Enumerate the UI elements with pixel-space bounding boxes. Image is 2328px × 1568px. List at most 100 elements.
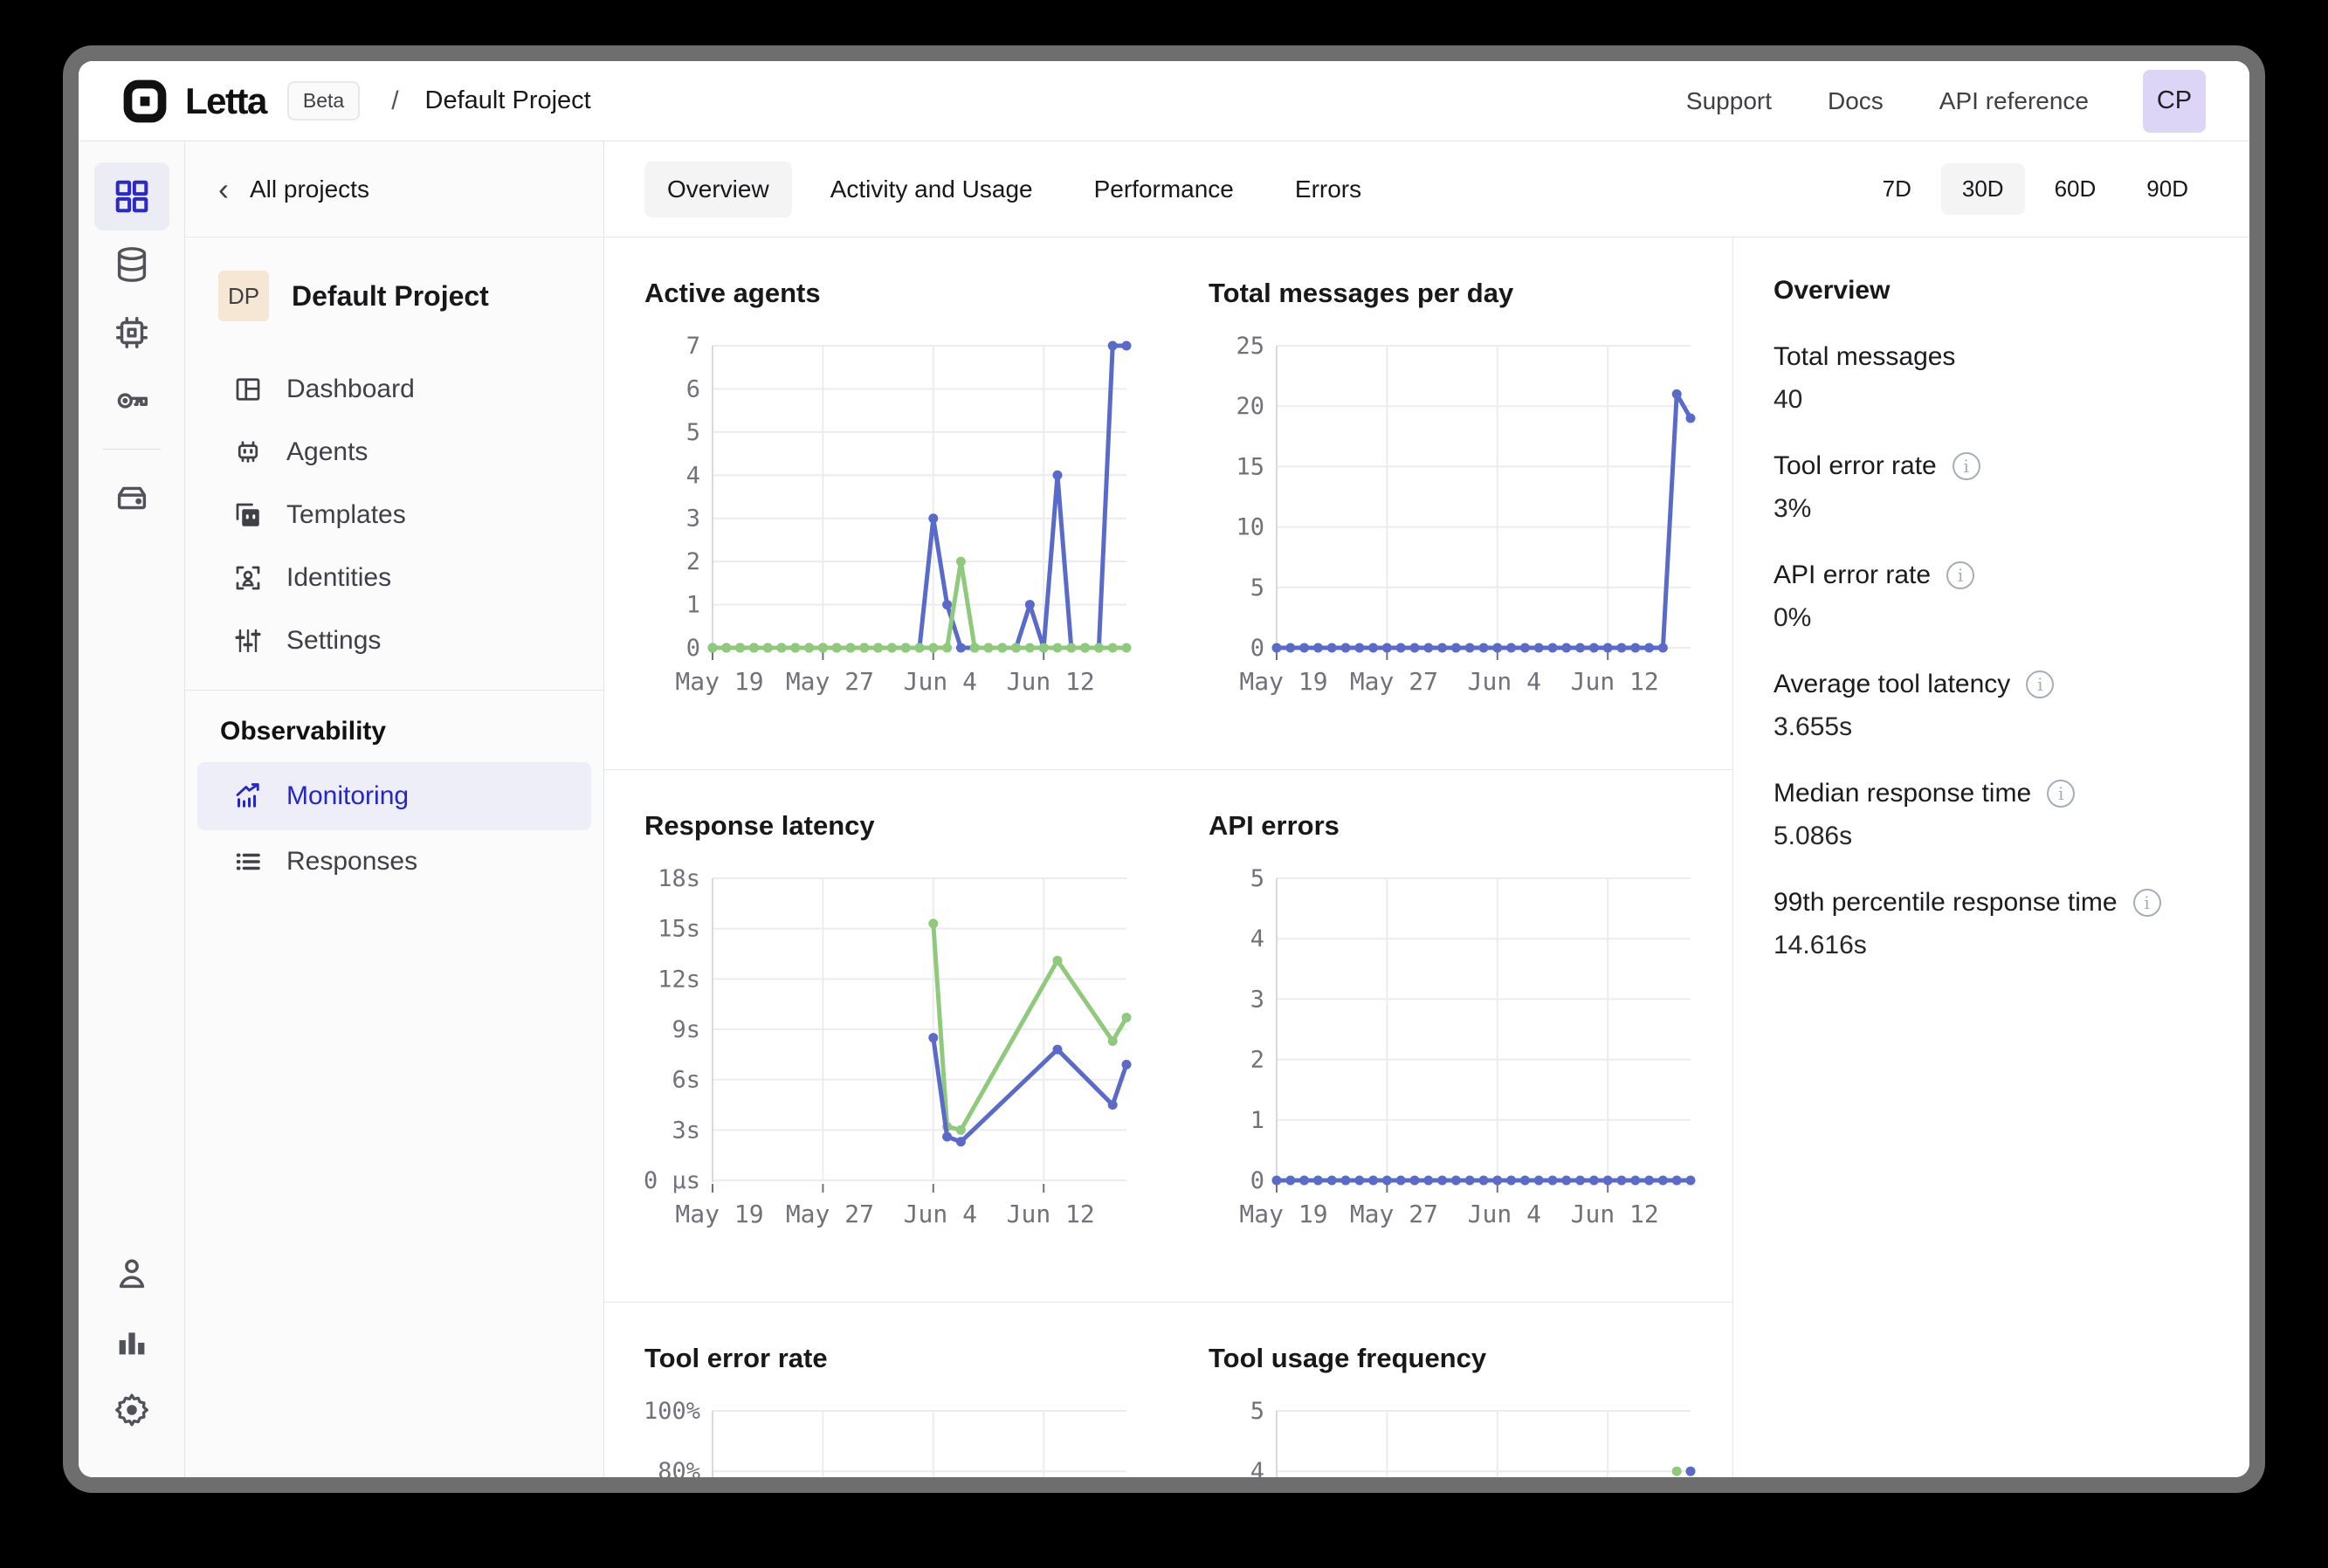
list-icon — [232, 846, 264, 877]
person-icon — [112, 1254, 152, 1294]
stat-api-error-rate: API error rate i 0% — [1774, 560, 2223, 633]
info-icon[interactable]: i — [2026, 671, 2054, 698]
svg-text:5: 5 — [1250, 1398, 1264, 1425]
letta-logo-icon — [122, 79, 168, 124]
chart-title: Tool usage frequency — [1209, 1343, 1706, 1374]
server-icon — [112, 478, 152, 518]
stat-value: 3.655s — [1774, 712, 2223, 742]
stat-label: Average tool latency — [1774, 670, 2010, 699]
sidebar-item-responses[interactable]: Responses — [197, 830, 591, 893]
svg-text:15s: 15s — [658, 916, 700, 943]
sidebar-item-identities[interactable]: Identities — [197, 547, 591, 609]
project-sidebar: ‹ All projects DP Default Project Dashbo… — [185, 141, 604, 1477]
svg-text:Jun 4: Jun 4 — [904, 667, 977, 696]
rail-deployments-item[interactable] — [94, 464, 169, 532]
sidebar-item-dashboard[interactable]: Dashboard — [197, 358, 591, 421]
sidebar-item-label: Monitoring — [286, 781, 409, 811]
sidebar-divider — [185, 690, 603, 691]
docs-link[interactable]: Docs — [1828, 87, 1884, 115]
total-messages-card: Total messages per day 0510152025May 19M… — [1168, 237, 1732, 769]
stat-value: 3% — [1774, 494, 2223, 524]
rail-usage-item[interactable] — [94, 1308, 169, 1376]
range-90d[interactable]: 90D — [2125, 163, 2209, 215]
beta-badge: Beta — [287, 81, 360, 120]
total-messages-chart: 0510152025May 19May 27Jun 4Jun 12 — [1209, 332, 1706, 713]
stat-median-response-time: Median response time i 5.086s — [1774, 779, 2223, 851]
svg-text:0: 0 — [1250, 1167, 1264, 1194]
info-icon[interactable]: i — [2133, 889, 2161, 917]
sidebar-item-label: Identities — [286, 563, 391, 593]
stat-value: 0% — [1774, 603, 2223, 633]
rail-projects-item[interactable] — [94, 162, 169, 230]
all-projects-label: All projects — [250, 175, 369, 203]
sidebar-item-agents[interactable]: Agents — [197, 421, 591, 484]
tab-overview[interactable]: Overview — [644, 162, 792, 217]
tab-errors[interactable]: Errors — [1272, 162, 1384, 217]
database-icon — [112, 244, 152, 285]
support-link[interactable]: Support — [1686, 87, 1772, 115]
sidebar-item-settings[interactable]: Settings — [197, 609, 591, 672]
svg-text:0: 0 — [686, 635, 700, 662]
all-projects-back[interactable]: ‹ All projects — [185, 141, 603, 237]
tab-performance[interactable]: Performance — [1071, 162, 1257, 217]
chart-title: Total messages per day — [1209, 278, 1706, 309]
range-30d[interactable]: 30D — [1941, 163, 2025, 215]
svg-text:7: 7 — [686, 333, 700, 360]
rail-compute-item[interactable] — [94, 299, 169, 367]
user-avatar[interactable]: CP — [2143, 70, 2206, 133]
stat-total-messages: Total messages 40 — [1774, 342, 2223, 415]
brand-name: Letta — [185, 80, 266, 122]
stat-value: 5.086s — [1774, 822, 2223, 851]
svg-text:20: 20 — [1236, 393, 1264, 420]
stat-label: Median response time — [1774, 779, 2031, 808]
rail-data-item[interactable] — [94, 230, 169, 299]
rail-settings-item[interactable] — [94, 1376, 169, 1444]
svg-text:4: 4 — [686, 462, 700, 489]
range-60d[interactable]: 60D — [2034, 163, 2118, 215]
rail-divider — [103, 449, 161, 450]
icon-rail — [79, 141, 185, 1477]
response-latency-card: Response latency 0 µs3s6s9s12s15s18sMay … — [604, 770, 1168, 1302]
project-row[interactable]: DP Default Project — [185, 237, 603, 344]
grid-icon — [112, 176, 152, 217]
sidebar-item-label: Agents — [286, 437, 368, 467]
svg-text:6: 6 — [686, 375, 700, 402]
sidebar-item-monitoring[interactable]: Monitoring — [197, 762, 591, 830]
svg-text:5: 5 — [1250, 574, 1264, 602]
info-icon[interactable]: i — [1946, 561, 1974, 589]
svg-text:2: 2 — [686, 548, 700, 575]
svg-text:18s: 18s — [658, 865, 700, 892]
svg-text:Jun 12: Jun 12 — [1571, 1200, 1659, 1228]
stat-label: Tool error rate — [1774, 451, 1937, 481]
project-avatar: DP — [218, 271, 269, 321]
rail-account-item[interactable] — [94, 1240, 169, 1308]
svg-text:100%: 100% — [644, 1398, 700, 1425]
svg-text:4: 4 — [1250, 1458, 1264, 1477]
sidebar-item-templates[interactable]: Templates — [197, 484, 591, 547]
info-icon[interactable]: i — [1953, 452, 1980, 480]
tab-activity-and-usage[interactable]: Activity and Usage — [808, 162, 1056, 217]
info-icon[interactable]: i — [2047, 780, 2075, 808]
active-agents-chart: 01234567May 19May 27Jun 4Jun 12 — [644, 332, 1142, 713]
chart-title: API errors — [1209, 810, 1706, 842]
app-window: Letta Beta / Default Project Support Doc… — [63, 45, 2265, 1493]
sidebar-item-label: Dashboard — [286, 375, 415, 404]
svg-text:Jun 12: Jun 12 — [1007, 1200, 1095, 1228]
breadcrumb[interactable]: Default Project — [425, 86, 591, 115]
identity-icon — [232, 562, 264, 594]
project-nav: Dashboard Agents Templates — [185, 344, 603, 672]
svg-text:4: 4 — [1250, 925, 1264, 952]
monitoring-chart-icon — [232, 781, 264, 812]
app-window-inner: Letta Beta / Default Project Support Doc… — [79, 61, 2249, 1477]
svg-text:Jun 4: Jun 4 — [1468, 667, 1541, 696]
rail-api-keys-item[interactable] — [94, 367, 169, 435]
svg-text:0 µs: 0 µs — [644, 1167, 700, 1194]
sliders-icon — [232, 625, 264, 657]
svg-text:May 19: May 19 — [1239, 1200, 1327, 1228]
svg-text:Jun 12: Jun 12 — [1571, 667, 1659, 696]
template-icon — [232, 499, 264, 531]
api-reference-link[interactable]: API reference — [1939, 87, 2089, 115]
svg-text:0: 0 — [1250, 635, 1264, 662]
brand-group[interactable]: Letta Beta — [122, 79, 360, 124]
range-7d[interactable]: 7D — [1862, 163, 1932, 215]
